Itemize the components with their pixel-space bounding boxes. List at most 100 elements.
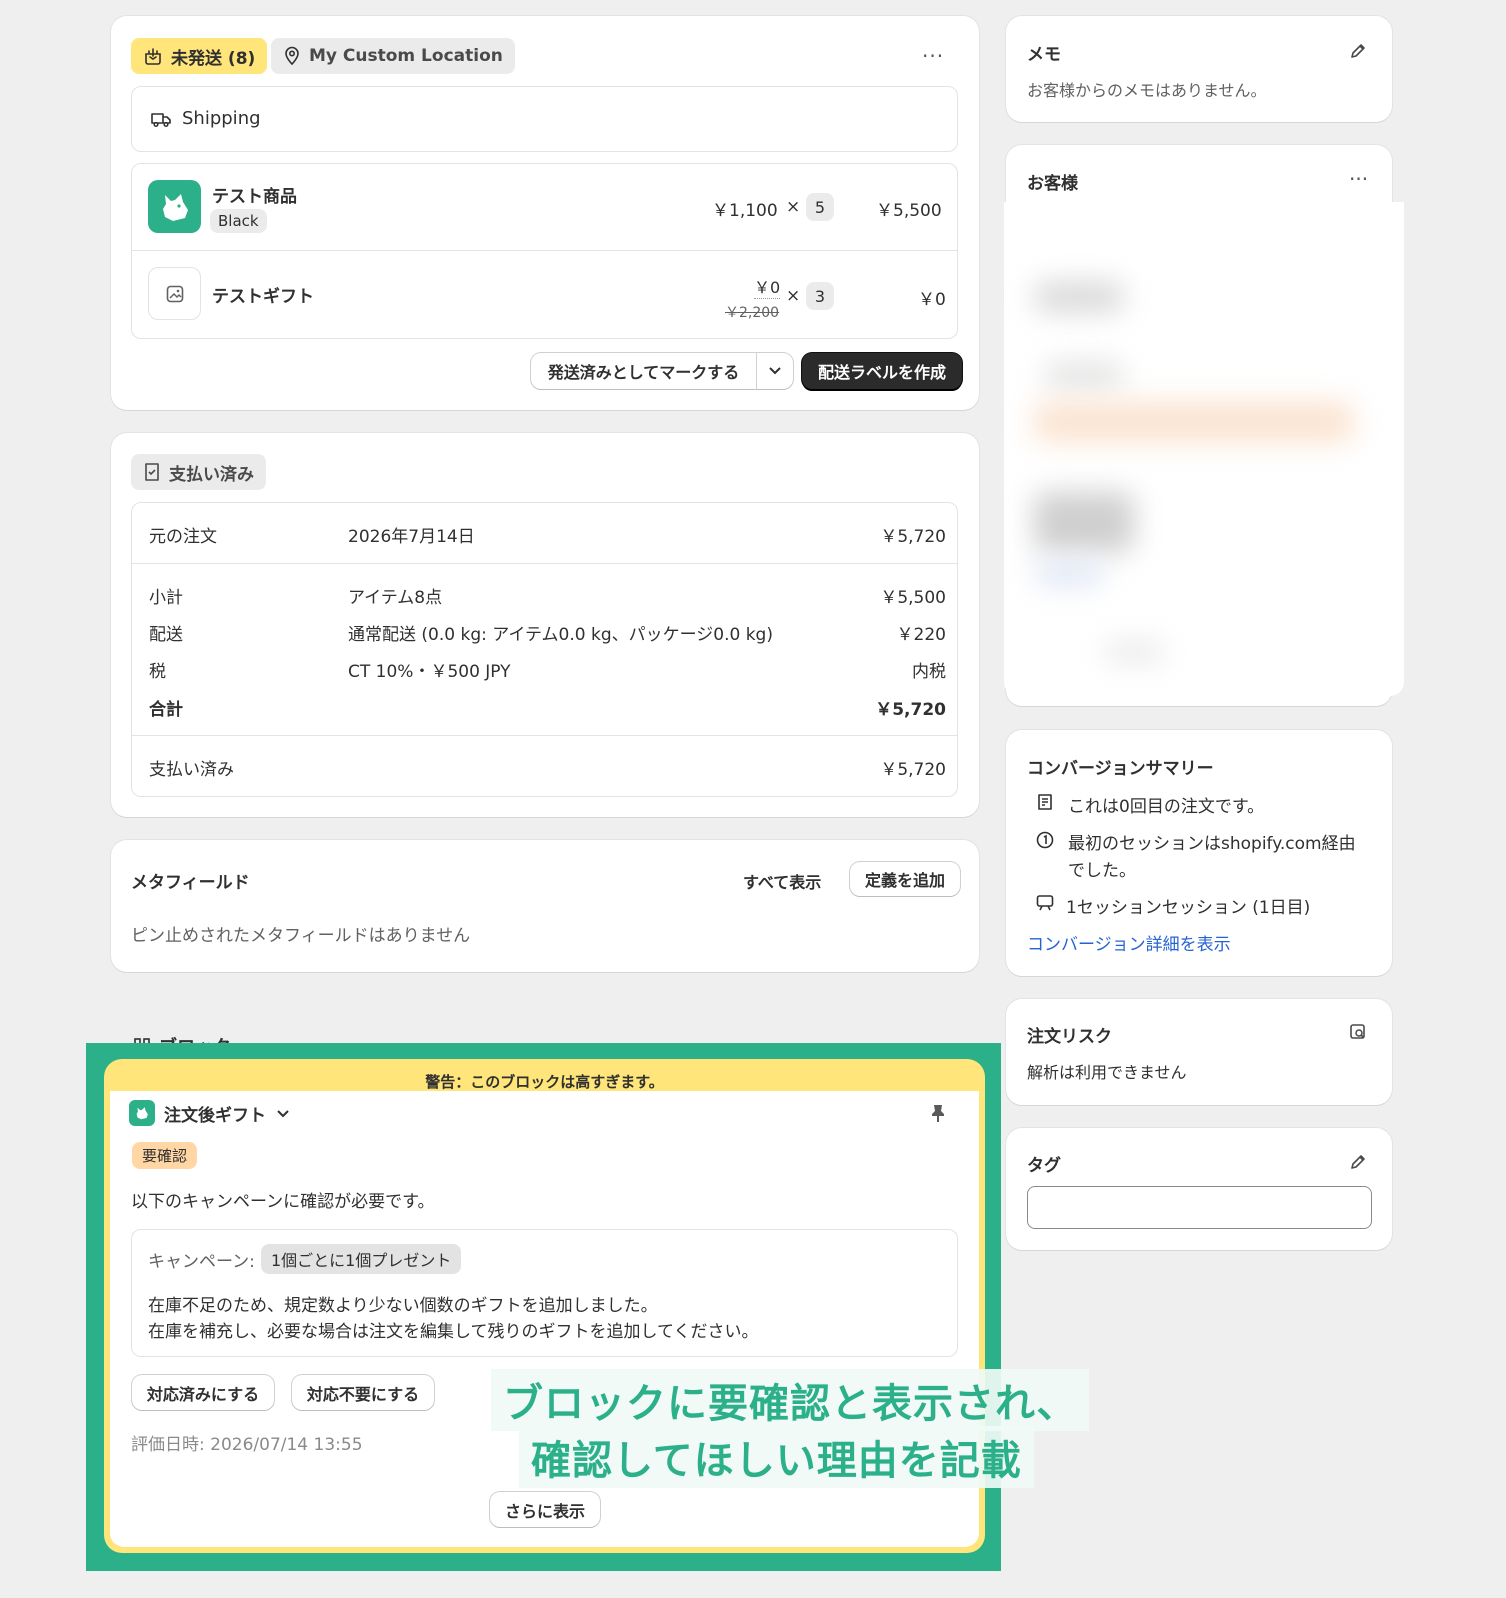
risk-analysis-icon bbox=[1348, 1022, 1368, 1042]
gift-item-quantity: 3 bbox=[806, 282, 834, 310]
payment-row-detail: 2026年7月14日 bbox=[348, 527, 475, 547]
add-definition-button[interactable]: 定義を追加 bbox=[850, 862, 960, 896]
create-shipping-label-button[interactable]: 配送ラベルを作成 bbox=[802, 353, 962, 389]
payment-row-label: 税 bbox=[149, 662, 166, 682]
mark-fulfilled-dropdown-button[interactable] bbox=[757, 353, 793, 389]
mark-as-fulfilled-button[interactable]: 発送済みとしてマークする bbox=[531, 353, 756, 389]
block-description: 以下のキャンペーンに確認が必要です。 bbox=[131, 1192, 435, 1212]
conversion-title: コンバージョンサマリー bbox=[1027, 759, 1214, 779]
memo-text: お客様からのメモはありません。 bbox=[1027, 81, 1267, 100]
create-shipping-label-label: 配送ラベルを作成 bbox=[817, 363, 946, 382]
paid-row-amount: ￥5,720 bbox=[880, 760, 946, 780]
payment-divider bbox=[132, 563, 957, 564]
payment-divider bbox=[132, 735, 957, 736]
dismiss-label: 対応不要にする bbox=[306, 1384, 420, 1404]
evaluated-at-text: 評価日時: 2026/07/14 13:55 bbox=[131, 1435, 363, 1455]
package-icon bbox=[143, 46, 163, 66]
order-risk-title: 注文リスク bbox=[1027, 1027, 1112, 1047]
block-warning-text: 警告：このブロックは高すぎます。 bbox=[425, 1073, 664, 1091]
payment-row-amount: ￥220 bbox=[896, 625, 946, 645]
total-label: 合計 bbox=[149, 700, 183, 720]
show-all-metafields-link[interactable]: すべて表示 bbox=[743, 869, 821, 893]
gift-original-price: ￥2,200 bbox=[725, 305, 780, 321]
gift-thumbnail bbox=[148, 267, 201, 320]
dog-logo-icon bbox=[133, 1104, 151, 1122]
metafields-card bbox=[111, 840, 979, 972]
campaign-message-line: 在庫不足のため、規定数より少ない個数のギフトを追加しました。 bbox=[148, 1296, 658, 1316]
pencil-icon[interactable] bbox=[1348, 1152, 1368, 1172]
image-placeholder-icon bbox=[165, 284, 185, 304]
shipping-method-label: Shipping bbox=[182, 108, 261, 129]
metafields-empty-text: ピン止めされたメタフィールドはありません bbox=[131, 926, 471, 946]
tags-input[interactable] bbox=[1027, 1186, 1372, 1229]
gift-item-total: ￥0 bbox=[918, 290, 946, 310]
campaign-label: キャンペーン: bbox=[148, 1252, 255, 1272]
review-required-badge: 要確認 bbox=[132, 1142, 198, 1169]
customer-title: お客様 bbox=[1027, 174, 1078, 194]
unfulfilled-badge-label: 未発送 (8) bbox=[171, 48, 256, 69]
show-more-label: さらに表示 bbox=[504, 1501, 585, 1521]
conversion-first-session: 最初のセッションはshopify.com経由 bbox=[1068, 834, 1356, 854]
mark-resolved-label: 対応済みにする bbox=[146, 1384, 260, 1404]
mark-resolved-button[interactable]: 対応済みにする bbox=[132, 1375, 274, 1410]
pin-icon[interactable] bbox=[929, 1103, 947, 1123]
more-actions-icon[interactable]: ··· bbox=[1349, 167, 1368, 191]
location-badge: My Custom Location bbox=[271, 38, 515, 74]
session-icon bbox=[1035, 893, 1055, 913]
block-app-name: 注文後ギフト bbox=[164, 1106, 266, 1126]
conversion-sessions: 1セッションセッション (1日目) bbox=[1066, 898, 1311, 918]
campaign-name-badge: 1個ごとに1個プレゼント bbox=[261, 1244, 462, 1274]
times-sign: × bbox=[786, 197, 801, 217]
more-actions-icon[interactable]: ··· bbox=[922, 44, 944, 68]
payment-row-detail: アイテム8点 bbox=[348, 588, 443, 608]
total-amount: ￥5,720 bbox=[875, 700, 946, 720]
times-sign: × bbox=[786, 286, 801, 306]
metafields-title: メタフィールド bbox=[131, 873, 250, 893]
annotation-line-1: ブロックに要確認と表示され、 bbox=[503, 1381, 1078, 1427]
line-item-total: ￥5,500 bbox=[876, 201, 942, 221]
line-item-divider bbox=[132, 250, 957, 251]
paid-badge-label: 支払い済み bbox=[169, 464, 254, 485]
payment-row-amount: 内税 bbox=[912, 662, 946, 682]
order-risk-card bbox=[1006, 999, 1392, 1105]
unfulfilled-badge: 未発送 (8) bbox=[131, 38, 268, 74]
dog-logo-icon bbox=[155, 187, 195, 227]
orders-icon bbox=[1035, 792, 1055, 812]
product-thumbnail[interactable] bbox=[148, 180, 201, 233]
payment-summary-box bbox=[131, 502, 958, 797]
paid-row-label: 支払い済み bbox=[149, 760, 234, 780]
line-item-name[interactable]: テスト商品 bbox=[212, 182, 297, 207]
payment-row-detail: CT 10%・￥500 JPY bbox=[348, 662, 511, 682]
truck-icon bbox=[150, 110, 172, 128]
block-app-selector[interactable]: 注文後ギフト bbox=[164, 1101, 290, 1126]
gift-item-name[interactable]: テストギフト bbox=[212, 282, 314, 307]
show-more-button[interactable]: さらに表示 bbox=[490, 1492, 600, 1527]
payment-row-amount: ￥5,500 bbox=[880, 588, 946, 608]
location-pin-icon bbox=[283, 46, 301, 66]
line-item-quantity: 5 bbox=[806, 193, 834, 221]
chevron-down-icon bbox=[276, 1109, 290, 1119]
receipt-check-icon bbox=[143, 462, 161, 482]
pencil-icon[interactable] bbox=[1348, 41, 1368, 61]
first-session-icon bbox=[1035, 830, 1055, 850]
block-app-logo bbox=[129, 1100, 155, 1126]
memo-card bbox=[1006, 16, 1392, 122]
memo-title: メモ bbox=[1027, 45, 1061, 65]
dismiss-button[interactable]: 対応不要にする bbox=[292, 1375, 434, 1410]
paid-badge: 支払い済み bbox=[131, 454, 266, 490]
payment-row-label: 小計 bbox=[149, 588, 183, 608]
conversion-first-session-cont: でした。 bbox=[1068, 861, 1136, 881]
conversion-order-count: これは0回目の注文です。 bbox=[1068, 797, 1265, 817]
variant-badge: Black bbox=[210, 209, 267, 233]
payment-row-label: 元の注文 bbox=[149, 527, 217, 547]
customer-details-blurred bbox=[1004, 202, 1404, 696]
conversion-details-link[interactable]: コンバージョン詳細を表示 bbox=[1027, 930, 1231, 955]
order-risk-text: 解析は利用できません bbox=[1027, 1063, 1187, 1082]
payment-row-detail: 通常配送 (0.0 kg: アイテム0.0 kg、パッケージ0.0 kg) bbox=[348, 625, 773, 645]
campaign-message-line: 在庫を補充し、必要な場合は注文を編集して残りのギフトを追加してください。 bbox=[148, 1322, 759, 1342]
add-definition-label: 定義を追加 bbox=[864, 871, 945, 890]
line-item-unit-price: ￥1,100 bbox=[712, 201, 778, 221]
chevron-down-icon bbox=[768, 366, 782, 376]
location-badge-label: My Custom Location bbox=[309, 46, 503, 66]
payment-row-label: 配送 bbox=[149, 625, 183, 645]
